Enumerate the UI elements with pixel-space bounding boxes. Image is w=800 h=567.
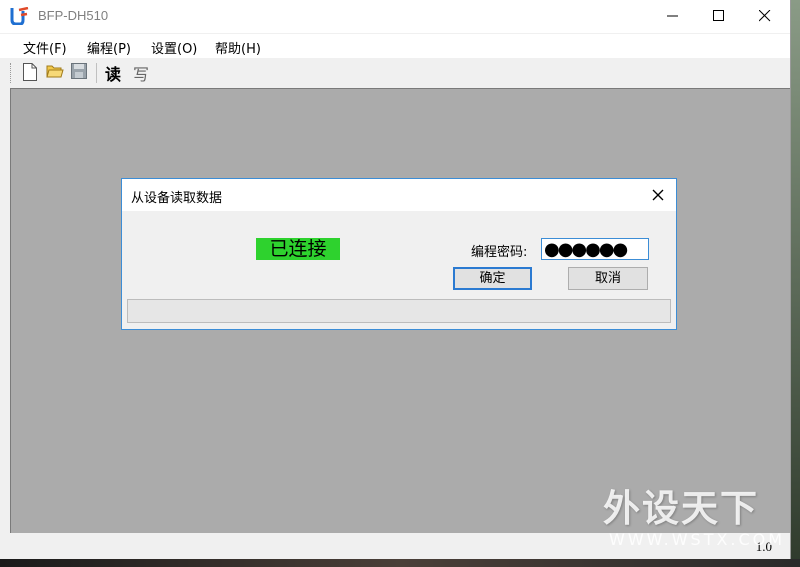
toolbar: 读 写 xyxy=(0,59,790,87)
minimize-button[interactable] xyxy=(650,0,696,33)
toolbar-grip[interactable] xyxy=(10,63,14,83)
title-bar[interactable]: BFP-DH510 xyxy=(0,0,790,33)
write-button[interactable]: 写 xyxy=(133,61,149,85)
close-button[interactable] xyxy=(742,0,788,33)
menu-settings[interactable]: 设置(O) xyxy=(151,38,197,57)
password-input[interactable] xyxy=(542,239,650,259)
toolbar-separator xyxy=(96,63,97,83)
app-logo-icon xyxy=(10,6,30,26)
dialog-title-bar[interactable]: 从设备读取数据 xyxy=(122,179,676,211)
watermark-main: 外设天下 xyxy=(603,487,759,530)
watermark: 外设天下 WWW.WSTX.COM xyxy=(603,478,789,549)
new-file-icon[interactable] xyxy=(22,63,42,83)
desktop-background-bottom xyxy=(0,559,800,567)
menu-file[interactable]: 文件(F) xyxy=(23,38,67,57)
cancel-button[interactable]: 取消 xyxy=(568,267,648,290)
app-window: BFP-DH510 文件(F) 编程(P) 设置(O) 帮助(H) 读 写 1.… xyxy=(0,0,791,559)
menu-help[interactable]: 帮助(H) xyxy=(215,38,261,57)
window-title: BFP-DH510 xyxy=(38,8,109,23)
watermark-url: WWW.WSTX.COM xyxy=(609,530,786,549)
read-from-device-dialog: 从设备读取数据 已连接 编程密码: 确定 取消 xyxy=(121,178,677,330)
menu-program[interactable]: 编程(P) xyxy=(87,38,131,57)
dialog-close-icon[interactable] xyxy=(648,185,668,205)
menu-bar: 文件(F) 编程(P) 设置(O) 帮助(H) xyxy=(0,34,790,58)
progress-bar xyxy=(127,299,671,323)
password-label: 编程密码: xyxy=(471,245,528,260)
save-disk-icon[interactable] xyxy=(71,63,91,83)
open-folder-icon[interactable] xyxy=(46,63,66,83)
connection-status-badge: 已连接 xyxy=(256,238,340,260)
read-button[interactable]: 读 xyxy=(105,61,121,85)
desktop-background xyxy=(791,0,800,567)
maximize-button[interactable] xyxy=(696,0,742,33)
ok-button[interactable]: 确定 xyxy=(453,267,532,290)
dialog-title: 从设备读取数据 xyxy=(131,191,223,206)
password-field[interactable] xyxy=(541,238,650,260)
